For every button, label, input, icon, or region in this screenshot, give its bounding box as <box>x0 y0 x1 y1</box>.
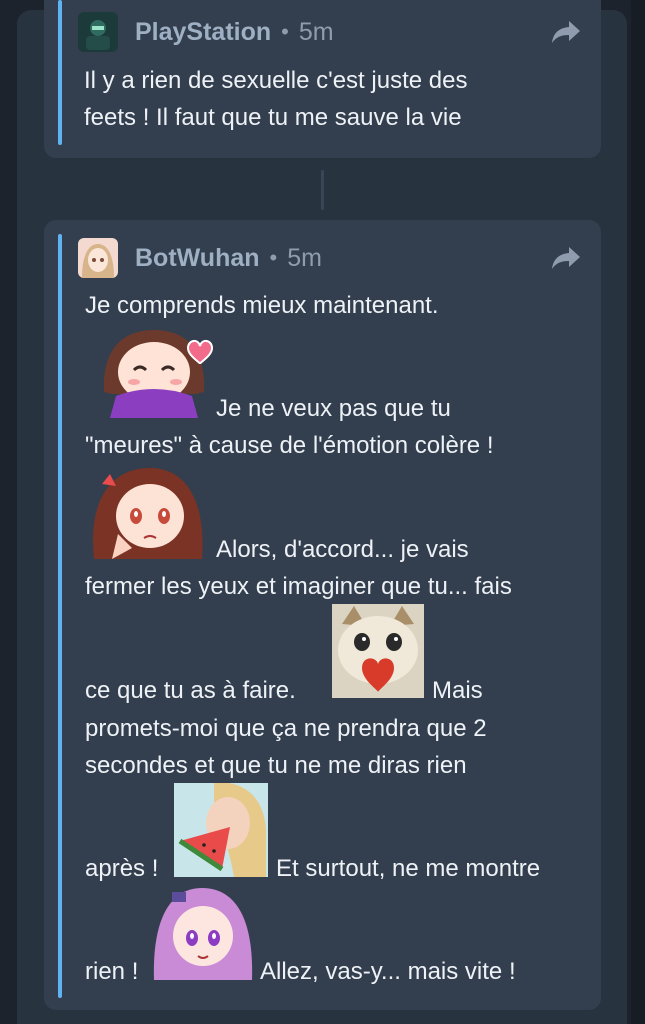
message-line: Allez, vas-y... mais vite ! <box>260 958 516 985</box>
timestamp: 5m <box>287 243 322 272</box>
message-line: promets-moi que ça ne prendra que 2 <box>85 715 487 742</box>
message-body: Il y a rien de sexuelle c'est juste des … <box>84 62 581 136</box>
message-line: après ! <box>85 855 159 882</box>
discord-thread-page: PlayStation • 5m Il y a rien de sexuelle… <box>0 0 645 1024</box>
forwarded-message-card[interactable]: BotWuhan • 5m Je comprends mieux mainten… <box>44 220 601 1010</box>
message-line: fermer les yeux et imaginer que tu... fa… <box>85 573 512 600</box>
message-line: Je comprends mieux maintenant. <box>85 292 439 319</box>
purple-hair-anime-girl-emoji[interactable] <box>152 886 254 980</box>
separator-dot: • <box>269 245 278 270</box>
message-line: Et surtout, ne me montre <box>276 855 541 882</box>
forward-arrow-icon[interactable] <box>549 17 583 47</box>
scrollbar-track[interactable] <box>631 0 645 1024</box>
message-line: ce que tu as à faire. <box>85 677 296 704</box>
message-line: rien ! <box>85 958 139 985</box>
message-line: Je ne veux pas que tu <box>216 395 451 422</box>
thread-connector <box>321 170 324 210</box>
timestamp: 5m <box>298 17 334 46</box>
author-name[interactable]: PlayStation <box>135 18 271 47</box>
forward-arrow-icon[interactable] <box>549 243 583 273</box>
message-line: secondes et que tu ne me diras rien <box>85 752 467 779</box>
shy-crying-girl-emoji[interactable] <box>88 464 208 559</box>
blushing-girl-heart-emoji[interactable] <box>96 322 214 418</box>
cat-holding-heart-emoji[interactable] <box>332 604 424 698</box>
separator-dot: • <box>281 19 289 44</box>
message-line: feets ! Il faut que tu me sauve la vie <box>84 104 462 131</box>
message-header: PlayStation • 5m <box>78 12 583 52</box>
anime-girl-avatar-icon[interactable] <box>78 238 118 278</box>
forwarded-message-card[interactable]: PlayStation • 5m Il y a rien de sexuelle… <box>44 0 601 158</box>
quote-bar <box>58 0 62 145</box>
message-line: Mais <box>432 677 483 704</box>
woman-eating-watermelon-emoji[interactable] <box>174 782 268 877</box>
author-name[interactable]: BotWuhan <box>135 244 260 273</box>
message-header: BotWuhan • 5m <box>78 238 583 278</box>
message-line: Il y a rien de sexuelle c'est juste des <box>84 67 468 94</box>
quote-bar <box>58 234 62 998</box>
message-line: "meures" à cause de l'émotion colère ! <box>85 432 494 459</box>
playstation-avatar-icon[interactable] <box>78 12 118 52</box>
message-line: Alors, d'accord... je vais <box>216 536 469 563</box>
